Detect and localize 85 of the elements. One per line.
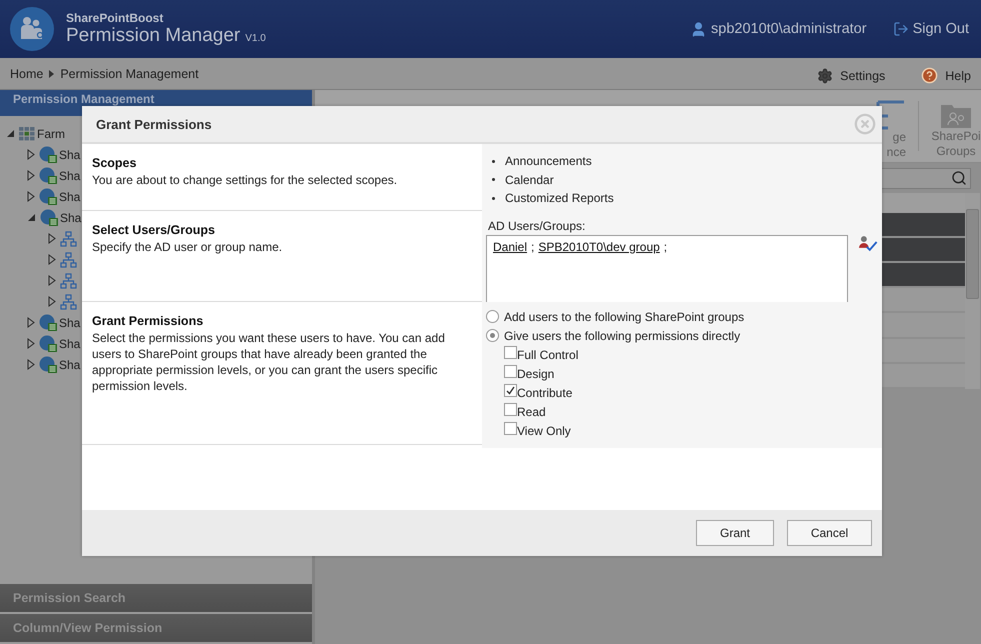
expand-icon[interactable] bbox=[27, 191, 35, 202]
user-link[interactable]: SPB2010T0\dev group bbox=[538, 240, 660, 254]
expand-icon[interactable] bbox=[48, 296, 56, 307]
globe-list-icon bbox=[39, 334, 57, 352]
expand-icon[interactable] bbox=[48, 275, 56, 286]
section-description: Select the permissions you want these users to have. You can add users to SharePoint groups that have already been granted the appropriate permission levels, or you can grant the users specific permission levels. bbox=[92, 330, 446, 394]
scrollbar[interactable] bbox=[965, 193, 980, 389]
separator-text: ; bbox=[664, 240, 668, 254]
globe-list-icon bbox=[40, 208, 58, 226]
tree-item[interactable]: Sha bbox=[60, 210, 82, 224]
network-icon bbox=[60, 230, 77, 246]
user-link[interactable]: Daniel bbox=[493, 240, 528, 254]
network-icon bbox=[60, 252, 77, 268]
network-icon bbox=[60, 272, 77, 288]
users-field[interactable]: Daniel ; SPB2010T0\dev group ; bbox=[486, 235, 848, 303]
separator-text: ; bbox=[531, 240, 534, 254]
checkbox[interactable] bbox=[504, 384, 517, 397]
scope-item: Announcements bbox=[505, 154, 592, 168]
section-title: Grant Permissions bbox=[92, 314, 204, 328]
radio-option[interactable]: Give users the following permissions directly bbox=[486, 326, 878, 345]
radio-button[interactable] bbox=[486, 329, 499, 342]
expand-icon[interactable] bbox=[27, 170, 35, 181]
globe-list-icon bbox=[39, 146, 57, 164]
cancel-button[interactable]: Cancel bbox=[787, 520, 872, 546]
help-button[interactable]: Help bbox=[921, 63, 971, 84]
check-names-icon[interactable] bbox=[858, 235, 878, 253]
checkbox[interactable] bbox=[504, 403, 517, 416]
help-icon bbox=[921, 67, 938, 84]
grant-button[interactable]: Grant bbox=[696, 520, 774, 546]
permission-checkbox[interactable]: Read bbox=[486, 402, 878, 421]
permission-checkbox[interactable]: View Only bbox=[486, 421, 878, 440]
grid-icon bbox=[19, 126, 35, 140]
user-icon bbox=[690, 20, 707, 38]
permission-checkbox[interactable]: Contribute bbox=[486, 383, 878, 402]
tree-item[interactable]: Farm bbox=[37, 126, 65, 140]
tree-item[interactable]: Sha bbox=[59, 316, 80, 330]
tree-item[interactable]: Sha bbox=[59, 190, 80, 204]
globe-list-icon bbox=[39, 188, 57, 206]
brand-name: SharePointBoost bbox=[66, 11, 164, 25]
search-icon bbox=[951, 170, 967, 186]
bullet-icon bbox=[492, 196, 495, 200]
globe-list-icon bbox=[39, 314, 57, 332]
expand-icon[interactable] bbox=[27, 359, 35, 370]
checkbox[interactable] bbox=[504, 365, 517, 378]
dialog-title: Grant Permissions bbox=[96, 116, 212, 132]
checkbox[interactable] bbox=[504, 422, 517, 435]
expand-icon[interactable] bbox=[48, 254, 56, 265]
section-description: You are about to change settings for the selected scopes. bbox=[92, 172, 398, 188]
settings-button[interactable]: Settings bbox=[817, 64, 886, 84]
product-title: Permission Manager bbox=[66, 25, 240, 47]
collapse-icon[interactable] bbox=[6, 129, 15, 138]
caret-icon bbox=[49, 70, 54, 78]
network-icon bbox=[60, 294, 77, 310]
breadcrumb-link[interactable]: Permission Management bbox=[60, 66, 199, 80]
globe-list-icon bbox=[39, 166, 57, 184]
settings-icon bbox=[817, 68, 834, 84]
breadcrumb-link[interactable]: Home bbox=[10, 66, 44, 80]
tree-item[interactable]: Sha bbox=[59, 148, 80, 162]
tree-item[interactable]: Sha bbox=[59, 358, 80, 372]
section-title: Scopes bbox=[92, 156, 138, 170]
expand-icon[interactable] bbox=[27, 317, 35, 328]
collapse-icon[interactable] bbox=[27, 213, 36, 222]
expand-icon[interactable] bbox=[27, 338, 35, 349]
bullet-icon bbox=[492, 178, 495, 182]
scope-item: Calendar bbox=[505, 172, 554, 187]
permission-checkbox[interactable]: Full Control bbox=[486, 345, 878, 364]
user-link[interactable]: spb2010t0\administrator bbox=[690, 20, 867, 38]
expand-icon[interactable] bbox=[48, 233, 56, 244]
permission-checkbox[interactable]: Design bbox=[486, 364, 878, 383]
version-label: V1.0 bbox=[245, 33, 266, 44]
section-title: Select Users/Groups bbox=[92, 223, 216, 237]
expand-icon[interactable] bbox=[27, 149, 35, 160]
checkbox[interactable] bbox=[504, 346, 517, 359]
scope-item: Customized Reports bbox=[505, 191, 614, 206]
sign-out-link[interactable]: Sign Out bbox=[892, 21, 969, 37]
radio-option[interactable]: Add users to the following SharePoint groups bbox=[486, 307, 878, 326]
tree-item[interactable]: Sha bbox=[59, 168, 80, 182]
section-description: Specify the AD user or group name. bbox=[92, 239, 284, 255]
bullet-icon bbox=[492, 160, 495, 163]
tree-item[interactable]: Sha bbox=[59, 336, 80, 350]
radio-button[interactable] bbox=[486, 310, 499, 323]
globe-list-icon bbox=[39, 356, 57, 374]
field-label: AD Users/Groups: bbox=[487, 219, 586, 233]
sign-out-icon bbox=[892, 21, 909, 37]
people-logo-icon bbox=[10, 7, 54, 51]
